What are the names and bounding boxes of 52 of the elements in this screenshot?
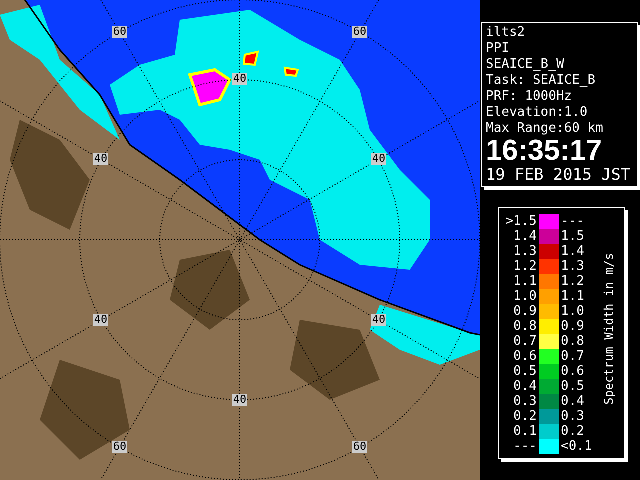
legend-label: 1.0 <box>561 304 586 319</box>
legend-label: 0.4 <box>514 379 537 394</box>
legend-label: 0.9 <box>561 319 586 334</box>
legend-label: 0.5 <box>514 364 537 379</box>
info-line: ilts2 <box>486 25 526 41</box>
legend-label: 1.4 <box>561 244 586 259</box>
legend-label: 0.7 <box>514 334 537 349</box>
date-display: 19 FEB 2015 JST <box>486 165 632 185</box>
legend-label: 1.1 <box>561 289 586 304</box>
legend-label: 0.7 <box>561 349 586 364</box>
legend-label: >1.5 <box>506 214 537 229</box>
legend-label: 0.2 <box>514 409 537 424</box>
legend-label: 0.1 <box>514 424 537 439</box>
legend-label: 0.4 <box>561 394 586 409</box>
time-display: 16:35:17 <box>486 137 604 165</box>
legend-label: 1.5 <box>561 229 586 244</box>
legend-label: 0.8 <box>561 334 586 349</box>
info-line: Max Range:60 km <box>486 121 604 137</box>
legend-label: <0.1 <box>561 439 594 454</box>
range-label: 60 <box>112 441 128 453</box>
legend-label: 1.2 <box>514 259 537 274</box>
legend-title: Spectrum Width in m/s <box>602 253 616 405</box>
range-label: 60 <box>112 26 128 38</box>
info-line: SEAICE_B_W <box>486 57 566 73</box>
legend-label: 0.3 <box>514 394 537 409</box>
range-label: 40 <box>232 394 248 406</box>
legend-label: 0.5 <box>561 379 586 394</box>
range-label: 40 <box>93 153 109 165</box>
legend-label: --- <box>561 214 586 229</box>
legend-label: 1.1 <box>514 274 537 289</box>
legend-label: 0.6 <box>514 349 537 364</box>
legend-label: --- <box>514 439 537 454</box>
info-line: Task: SEAICE_B <box>486 73 597 89</box>
legend-label: 1.3 <box>561 259 586 274</box>
range-label: 60 <box>352 26 368 38</box>
range-label: 40 <box>371 314 387 326</box>
legend-label: 1.2 <box>561 274 586 289</box>
legend-label: 0.3 <box>561 409 586 424</box>
legend-label: 0.6 <box>561 364 586 379</box>
legend-label: 0.9 <box>514 304 537 319</box>
legend-label: 1.3 <box>514 244 537 259</box>
range-label: 60 <box>352 441 368 453</box>
legend-label: 0.2 <box>561 424 586 439</box>
legend-label: 0.8 <box>514 319 537 334</box>
info-line: Elevation:1.0 <box>486 105 589 121</box>
range-label: 40 <box>371 153 387 165</box>
legend-label: 1.0 <box>514 289 537 304</box>
info-line: PPI <box>486 41 510 57</box>
legend-label: 1.4 <box>514 229 537 244</box>
range-label: 40 <box>93 314 109 326</box>
range-label: 40 <box>232 73 248 85</box>
info-line: PRF: 1000Hz <box>486 89 574 105</box>
